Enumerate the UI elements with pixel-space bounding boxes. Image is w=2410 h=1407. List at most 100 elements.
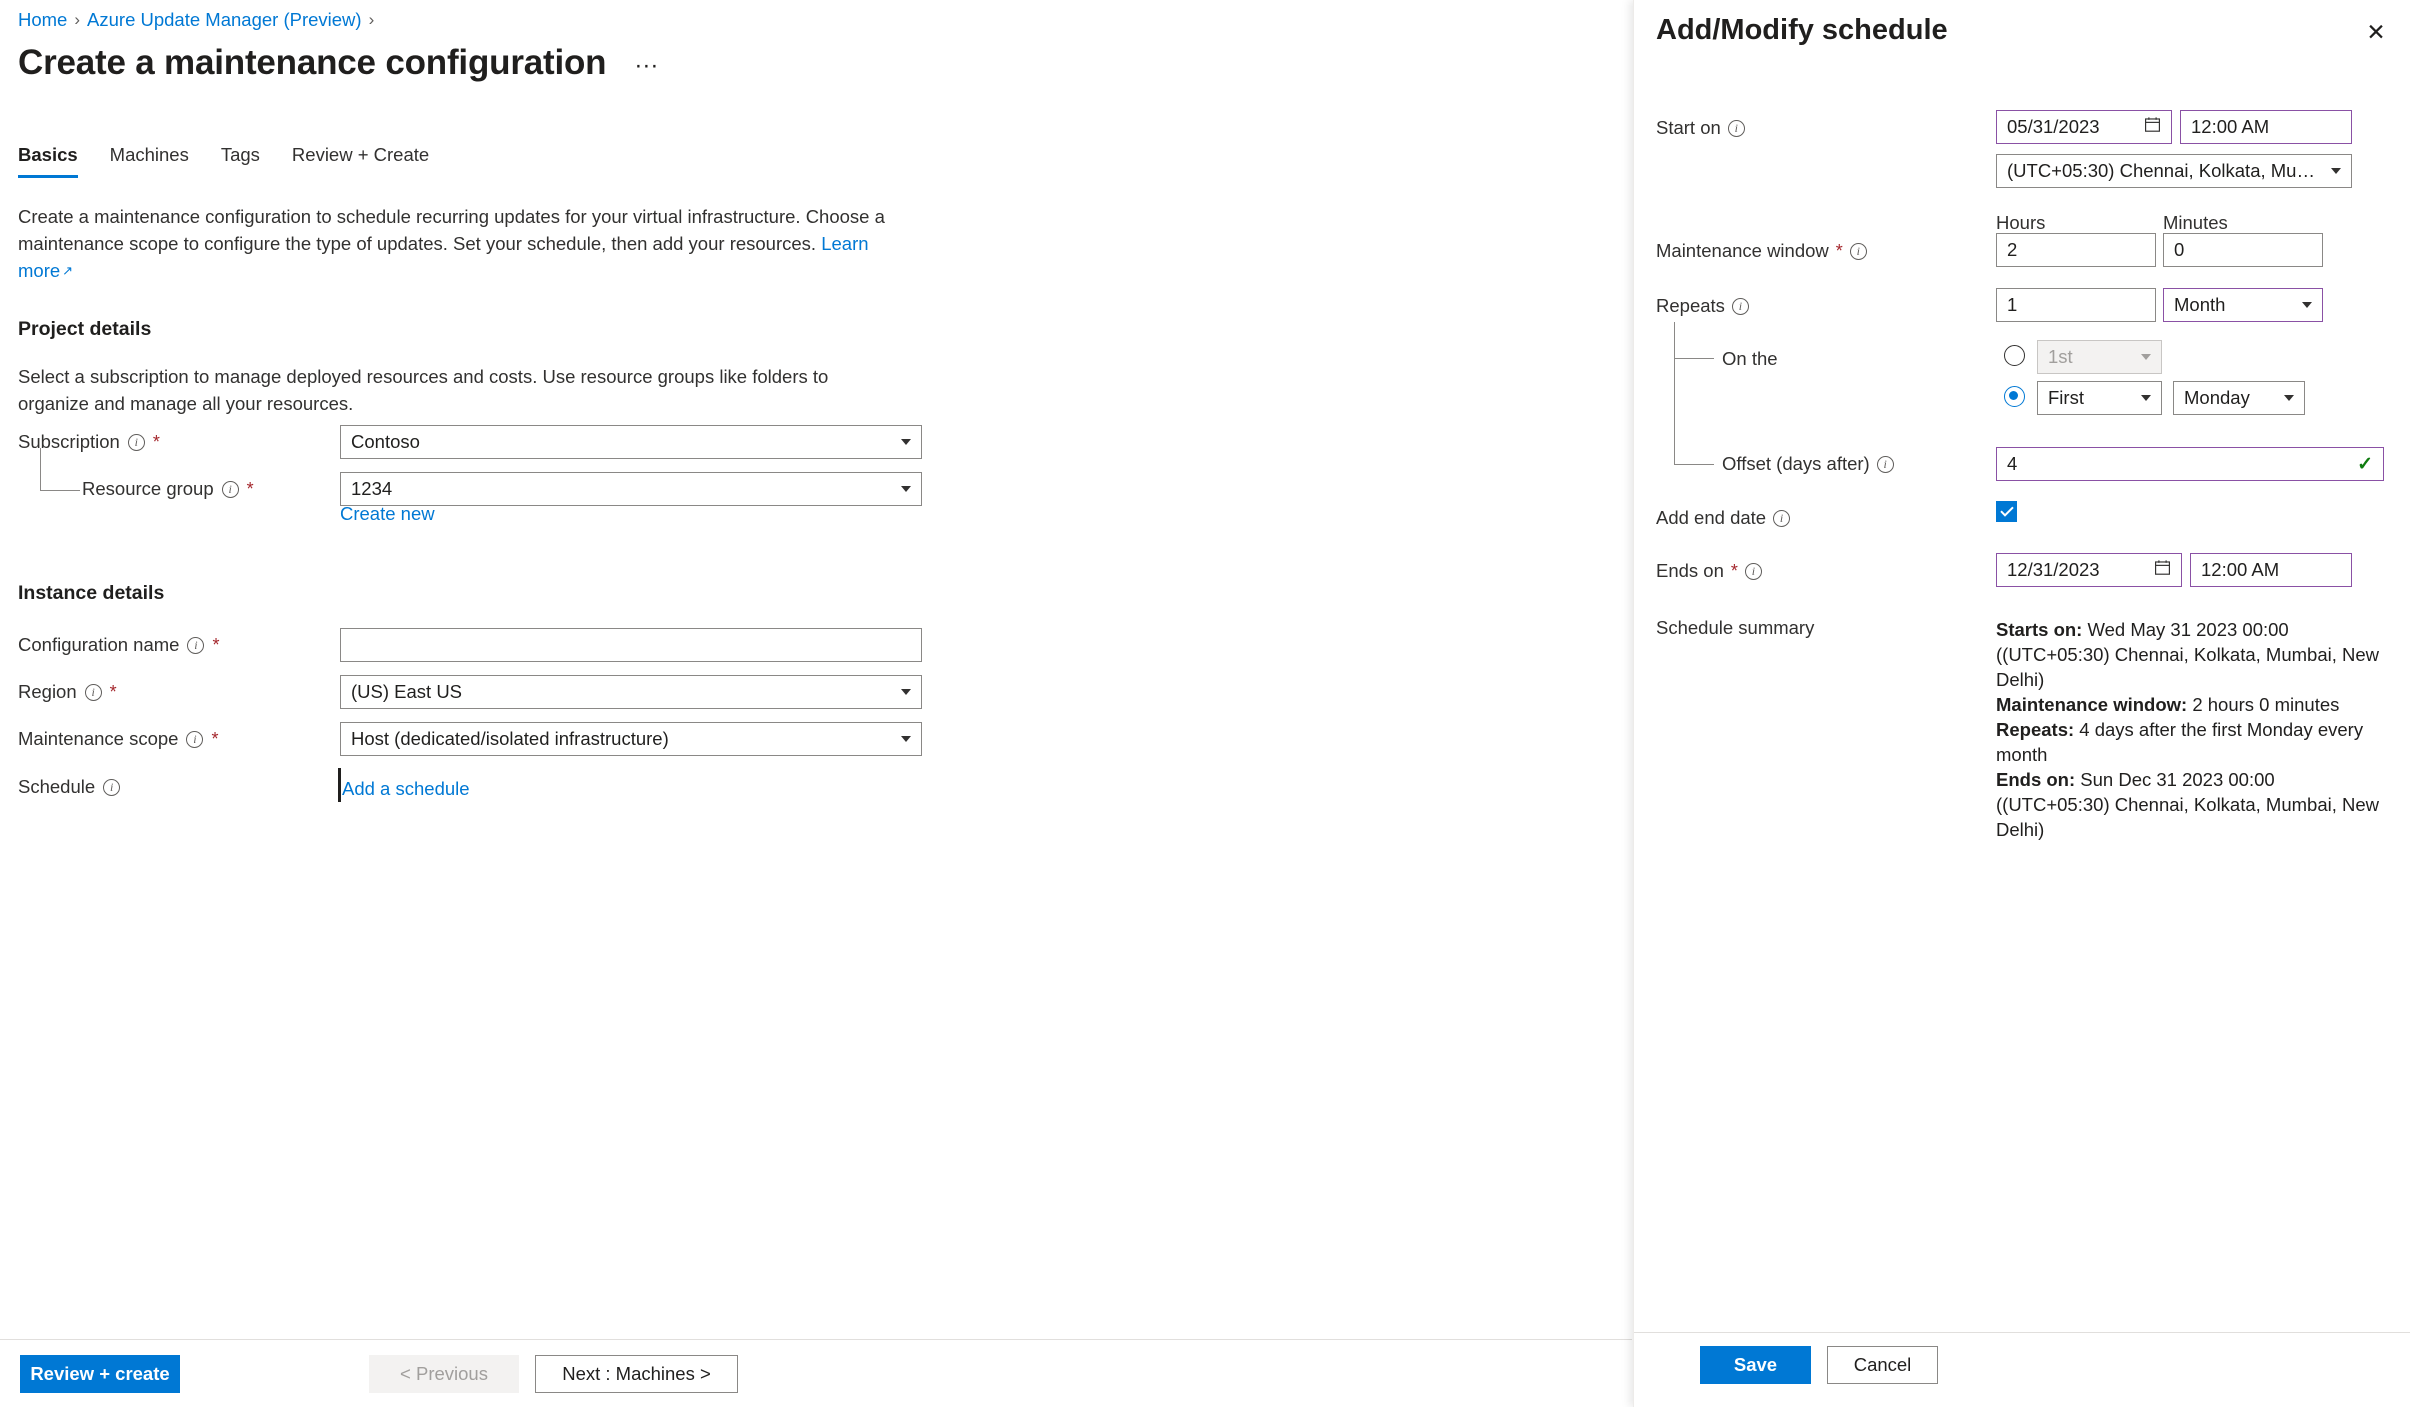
external-link-icon[interactable]: ↗ <box>62 263 73 278</box>
info-icon[interactable]: i <box>103 778 121 796</box>
repeats-unit-dropdown[interactable]: Month <box>2163 288 2323 322</box>
wizard-tabs: Basics Machines Tags Review + Create <box>18 140 445 178</box>
tab-basics[interactable]: Basics <box>18 140 94 178</box>
breadcrumb: Home › Azure Update Manager (Preview) › <box>18 9 374 31</box>
summary-maintenance-window-key: Maintenance window: <box>1996 694 2188 715</box>
previous-button: < Previous <box>369 1355 519 1393</box>
weekday-dropdown[interactable]: Monday <box>2173 381 2305 415</box>
schedule-summary-label-text: Schedule summary <box>1656 617 1815 638</box>
day-of-month-value: 1st <box>2048 346 2073 367</box>
tab-machines[interactable]: Machines <box>94 140 205 178</box>
chevron-down-icon <box>901 736 911 742</box>
resource-group-value: 1234 <box>351 478 393 499</box>
info-icon[interactable]: i <box>186 730 204 748</box>
timezone-value: (UTC+05:30) Chennai, Kolkata, Mumbai, N.… <box>2007 160 2323 181</box>
save-button[interactable]: Save <box>1700 1346 1811 1384</box>
radio-weekday-ordinal[interactable] <box>2004 386 2025 407</box>
offset-value: 4 <box>2007 453 2018 474</box>
resource-group-label-text: Resource group <box>82 478 214 499</box>
calendar-icon[interactable] <box>2154 559 2171 581</box>
create-new-resource-group-link[interactable]: Create new <box>340 503 435 525</box>
page-title: Create a maintenance configuration <box>18 43 607 82</box>
next-machines-button[interactable]: Next : Machines > <box>535 1355 738 1393</box>
configuration-name-input[interactable] <box>340 628 922 662</box>
blade-description-text: Create a maintenance configuration to sc… <box>18 206 885 254</box>
repeats-tree-arm-on-the <box>1674 358 1714 359</box>
add-end-date-checkbox[interactable] <box>1996 501 2017 522</box>
info-icon[interactable]: i <box>1876 455 1894 473</box>
info-icon[interactable]: i <box>1731 297 1749 315</box>
repeats-interval-input[interactable]: 1 <box>1996 288 2156 322</box>
footer-divider <box>0 1339 1632 1340</box>
start-on-label: Start on i <box>1656 117 1745 139</box>
schedule-accent-bar <box>338 768 341 802</box>
review-create-button[interactable]: Review + create <box>20 1355 180 1393</box>
close-icon[interactable]: ✕ <box>2360 16 2392 48</box>
region-value: (US) East US <box>351 681 463 702</box>
chevron-down-icon <box>901 439 911 445</box>
ends-on-date-value: 12/31/2023 <box>2007 559 2100 580</box>
radio-day-of-month[interactable] <box>2004 345 2025 366</box>
repeats-tree-arm-offset <box>1674 464 1714 465</box>
add-end-date-label: Add end date i <box>1656 507 1791 529</box>
more-options-button[interactable]: ··· <box>628 52 664 80</box>
schedule-label-text: Schedule <box>18 776 96 797</box>
instance-details-heading: Instance details <box>18 582 165 604</box>
summary-starts-on-key: Starts on: <box>1996 619 2083 640</box>
hours-column-header: Hours <box>1996 212 2046 233</box>
start-time-input[interactable]: 12:00 AM <box>2180 110 2352 144</box>
start-date-input[interactable]: 05/31/2023 <box>1996 110 2172 144</box>
maintenance-window-hours-input[interactable]: 2 <box>1996 233 2156 267</box>
ends-on-date-input[interactable]: 12/31/2023 <box>1996 553 2182 587</box>
region-dropdown[interactable]: (US) East US <box>340 675 922 709</box>
maintenance-window-label: Maintenance window * i <box>1656 240 1867 262</box>
summary-repeats-key: Repeats: <box>1996 719 2075 740</box>
repeats-label: Repeats i <box>1656 295 1749 317</box>
info-icon[interactable]: i <box>1849 242 1867 260</box>
chevron-down-icon <box>2284 395 2294 401</box>
repeats-tree-line <box>1674 322 1675 464</box>
required-asterisk: * <box>1835 241 1843 261</box>
info-icon[interactable]: i <box>1773 509 1791 527</box>
cancel-button[interactable]: Cancel <box>1827 1346 1938 1384</box>
info-icon[interactable]: i <box>127 433 145 451</box>
create-maintenance-configuration-blade: Home › Azure Update Manager (Preview) › … <box>0 0 1632 1407</box>
subscription-tree-arm <box>40 490 80 491</box>
info-icon[interactable]: i <box>84 683 102 701</box>
maintenance-scope-dropdown[interactable]: Host (dedicated/isolated infrastructure) <box>340 722 922 756</box>
maintenance-scope-label: Maintenance scope i * <box>18 728 218 750</box>
info-icon[interactable]: i <box>1727 119 1745 137</box>
panel-footer-divider <box>1634 1332 2410 1333</box>
maintenance-window-minutes-input[interactable]: 0 <box>2163 233 2323 267</box>
tab-review-create[interactable]: Review + Create <box>276 140 445 178</box>
calendar-icon[interactable] <box>2144 116 2161 138</box>
chevron-down-icon <box>2141 395 2151 401</box>
repeats-unit-value: Month <box>2174 294 2226 315</box>
region-label-text: Region <box>18 681 77 702</box>
info-icon[interactable]: i <box>1744 562 1762 580</box>
summary-maintenance-window-value: 2 hours 0 minutes <box>2187 694 2340 715</box>
azure-portal-page: Home › Azure Update Manager (Preview) › … <box>0 0 2410 1407</box>
add-end-date-label-text: Add end date <box>1656 507 1767 528</box>
info-icon[interactable]: i <box>221 480 239 498</box>
repeats-interval-value: 1 <box>2007 294 2018 315</box>
panel-title: Add/Modify schedule <box>1656 14 1948 46</box>
schedule-summary-content: Starts on: Wed May 31 2023 00:00 ((UTC+0… <box>1996 617 2386 842</box>
ends-on-time-input[interactable]: 12:00 AM <box>2190 553 2352 587</box>
project-details-description: Select a subscription to manage deployed… <box>18 366 829 414</box>
resource-group-label: Resource group i * <box>82 478 254 500</box>
add-a-schedule-link[interactable]: Add a schedule <box>342 778 470 800</box>
resource-group-dropdown[interactable]: 1234 <box>340 472 922 506</box>
on-the-label-text: On the <box>1722 348 1778 369</box>
subscription-dropdown[interactable]: Contoso <box>340 425 922 459</box>
breadcrumb-item-azure-update-manager[interactable]: Azure Update Manager (Preview) <box>87 9 362 31</box>
tab-tags[interactable]: Tags <box>205 140 276 178</box>
ordinal-dropdown[interactable]: First <box>2037 381 2162 415</box>
region-label-row: Region i * <box>18 675 117 709</box>
info-icon[interactable]: i <box>187 636 205 654</box>
breadcrumb-item-home[interactable]: Home <box>18 9 67 31</box>
schedule-label: Schedule i <box>18 776 121 798</box>
timezone-dropdown[interactable]: (UTC+05:30) Chennai, Kolkata, Mumbai, N.… <box>1996 154 2352 188</box>
required-asterisk: * <box>246 479 254 499</box>
offset-input[interactable]: 4 ✓ <box>1996 447 2384 481</box>
